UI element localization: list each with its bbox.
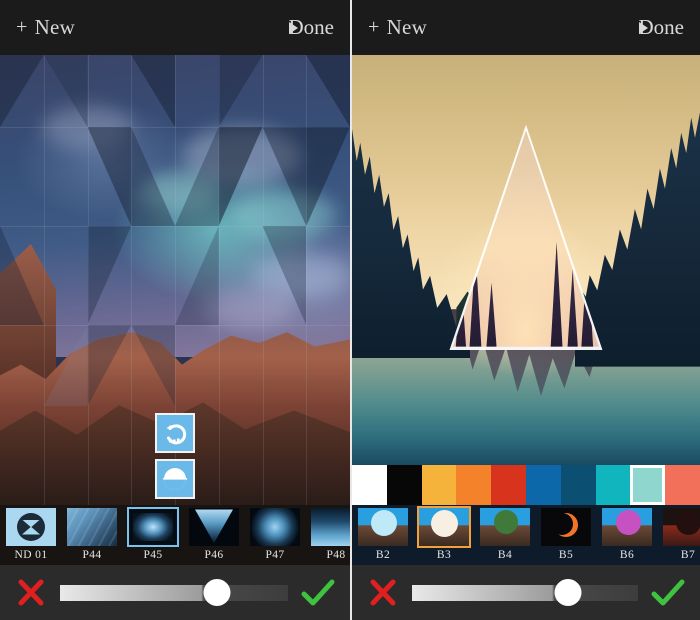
filter-thumbnail <box>541 508 591 546</box>
bottom-toolbar-left <box>0 565 350 620</box>
undo-arrow-icon <box>166 424 187 445</box>
play-triangle-icon <box>288 21 298 34</box>
undo-button[interactable] <box>155 413 195 453</box>
header-right: + New Done <box>352 0 700 55</box>
filter-strip-right[interactable]: B2 B3 B4 B5 B6 B7 <box>352 505 700 565</box>
photo-canvas-left[interactable] <box>0 55 350 505</box>
filter-item[interactable]: ND 01 <box>5 508 57 561</box>
filter-label: P44 <box>82 549 102 561</box>
filter-thumbnail <box>417 506 471 548</box>
filter-label: B3 <box>436 549 452 561</box>
filter-thumbnail <box>663 508 700 546</box>
filter-label: P47 <box>265 549 285 561</box>
color-swatch[interactable] <box>456 465 492 505</box>
filter-item[interactable]: P48 <box>310 508 350 561</box>
color-swatch[interactable] <box>665 465 700 505</box>
filter-label: B2 <box>375 549 391 561</box>
filter-label: P48 <box>326 549 346 561</box>
filter-label: B4 <box>497 549 513 561</box>
filter-label: ND 01 <box>14 549 48 561</box>
gradient-toggle-button[interactable] <box>155 459 195 499</box>
filter-label: B7 <box>680 549 696 561</box>
slider-track <box>60 584 288 601</box>
color-swatch[interactable] <box>491 465 526 505</box>
photo-image-right <box>352 55 700 465</box>
header-left: + New Done <box>0 0 350 55</box>
filter-item-selected[interactable]: B3 <box>417 506 471 561</box>
confirm-button[interactable] <box>650 575 686 611</box>
color-swatch[interactable] <box>595 465 631 505</box>
filter-item[interactable]: P47 <box>249 508 301 561</box>
filter-strip-left[interactable]: ND 01 P44 P45 P46 P47 P48 <box>0 505 350 565</box>
filter-thumbnail <box>250 508 300 546</box>
confirm-check-icon <box>651 579 685 605</box>
filter-item[interactable]: B4 <box>479 508 531 561</box>
filter-label: B6 <box>619 549 635 561</box>
filter-label: P46 <box>204 549 224 561</box>
filter-item[interactable]: B7 <box>662 508 700 561</box>
play-triangle-icon <box>638 21 648 34</box>
confirm-check-icon <box>301 579 335 605</box>
app-root: + New Done ND 01 P44 P45 P46 P47 P48 + N… <box>0 0 700 620</box>
filter-thumbnail <box>311 508 350 546</box>
slider-thumb[interactable] <box>554 579 582 606</box>
color-swatch-selected[interactable] <box>630 465 666 505</box>
intensity-slider[interactable] <box>60 579 288 606</box>
filter-item[interactable]: B2 <box>357 508 409 561</box>
intensity-slider[interactable] <box>412 579 638 606</box>
bottom-toolbar-right <box>352 565 700 620</box>
color-swatch[interactable] <box>352 465 387 505</box>
half-circle-gradient-icon <box>163 468 187 490</box>
done-button[interactable]: Done <box>638 15 684 40</box>
color-swatch[interactable] <box>525 465 561 505</box>
filter-label: P45 <box>143 549 163 561</box>
cancel-button[interactable] <box>366 576 400 610</box>
filter-thumbnail <box>67 508 117 546</box>
new-button-label: New <box>34 15 76 39</box>
floating-tool-buttons <box>155 413 195 499</box>
panel-left: + New Done ND 01 P44 P45 P46 P47 P48 <box>0 0 350 620</box>
slider-thumb[interactable] <box>203 579 231 606</box>
filter-item[interactable]: P44 <box>66 508 118 561</box>
filter-item[interactable]: B5 <box>540 508 592 561</box>
filter-item[interactable]: B6 <box>601 508 653 561</box>
filter-thumbnail <box>127 507 179 547</box>
new-button[interactable]: + New <box>16 15 75 40</box>
new-button[interactable]: + New <box>368 15 427 40</box>
confirm-button[interactable] <box>300 575 336 611</box>
filter-thumbnail <box>6 508 56 546</box>
done-button[interactable]: Done <box>288 15 334 40</box>
cancel-x-icon <box>370 579 396 605</box>
color-swatch[interactable] <box>421 465 457 505</box>
slider-track <box>412 584 638 601</box>
filter-label: B5 <box>558 549 574 561</box>
photo-canvas-right[interactable] <box>352 55 700 465</box>
filter-thumbnail <box>480 508 530 546</box>
cancel-x-icon <box>18 579 44 605</box>
plus-icon: + <box>368 16 380 38</box>
color-swatch-strip[interactable] <box>352 465 700 505</box>
cancel-button[interactable] <box>14 576 48 610</box>
new-button-label: New <box>386 15 428 39</box>
filter-thumbnail <box>189 508 239 546</box>
filter-thumbnail <box>602 508 652 546</box>
plus-icon: + <box>16 16 28 38</box>
filter-item-selected[interactable]: P45 <box>127 507 179 561</box>
panel-right: + New Done B2 B3 B4 B5 B6 B7 <box>350 0 700 620</box>
filter-item[interactable]: P46 <box>188 508 240 561</box>
color-swatch[interactable] <box>386 465 422 505</box>
filter-thumbnail <box>358 508 408 546</box>
color-swatch[interactable] <box>560 465 596 505</box>
